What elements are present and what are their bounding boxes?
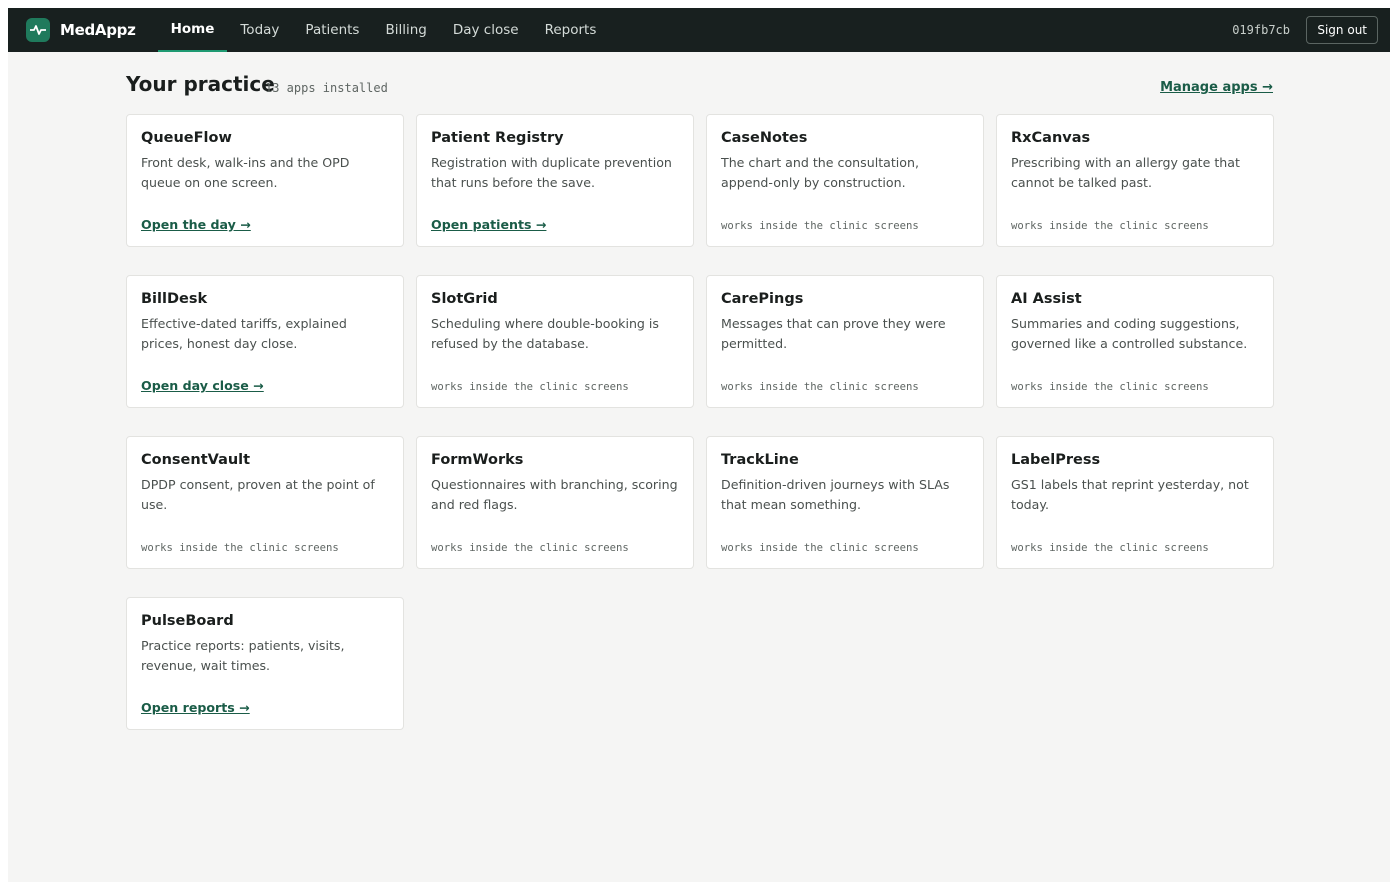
app-card-title: SlotGrid [431,291,498,307]
app-card-description: Prescribing with an allergy gate that ca… [1011,155,1240,190]
page-header: Your practice 13 apps installed Manage a… [126,72,1273,104]
app-card-open-link[interactable]: Open reports → [141,700,250,715]
app-card-queueflow: QueueFlow Front desk, walk-ins and the OP… [126,114,404,247]
app-card-description: Effective-dated tariffs, explained price… [141,316,347,351]
app-card-note: works inside the clinic screens [141,542,339,554]
app-card-ai-assist: AI Assist Summaries and coding suggestion… [996,275,1274,408]
app-card-description: Scheduling where double-booking is refus… [431,316,659,351]
app-card-title: Patient Registry [431,130,564,146]
app-card-description: Definition-driven journeys with SLAs tha… [721,477,950,512]
app-card-description: Questionnaires with branching, scoring a… [431,477,678,512]
page-title: Your practice [126,72,275,96]
app-card-description: Front desk, walk-ins and the OPD queue o… [141,155,350,190]
app-card-title: BillDesk [141,291,208,307]
app-card-note: works inside the clinic screens [1011,542,1209,554]
app-card-labelpress: LabelPress GS1 labels that reprint yester… [996,436,1274,569]
app-card-description: Summaries and coding suggestions, govern… [1011,316,1248,351]
pulse-icon [26,18,50,42]
top-navbar: MedAppz Home Today Patients Billing Day clos… [8,8,1390,52]
app-card-note: works inside the clinic screens [431,542,629,554]
app-card-formworks: FormWorks Questionnaires with branching, … [416,436,694,569]
sign-out-button[interactable]: Sign out [1306,16,1378,44]
app-card-patient-registry: Patient Registry Registration with duplic… [416,114,694,247]
app-card-title: LabelPress [1011,452,1101,468]
app-card-rxcanvas: RxCanvas Prescribing with an allergy gate… [996,114,1274,247]
app-card-title: ConsentVault [141,452,251,468]
app-card-description: Registration with duplicate prevention t… [431,155,672,190]
app-card-title: PulseBoard [141,613,234,629]
app-card-trackline: TrackLine Definition-driven journeys with… [706,436,984,569]
main-nav: Home Today Patients Billing Day close Reports [157,8,610,52]
nav-item-billing[interactable]: Billing [372,8,439,52]
main-content: Your practice 13 apps installed Manage a… [126,72,1274,730]
app-card-slotgrid: SlotGrid Scheduling where double-booking … [416,275,694,408]
nav-item-home[interactable]: Home [157,8,228,52]
nav-item-day-close[interactable]: Day close [440,8,532,52]
app-card-title: CaseNotes [721,130,808,146]
app-card-casenotes: CaseNotes The chart and the consultation,… [706,114,984,247]
app-window: MedAppz Home Today Patients Billing Day clos… [8,8,1390,882]
app-card-title: CarePings [721,291,804,307]
nav-item-patients[interactable]: Patients [292,8,372,52]
app-card-title: FormWorks [431,452,524,468]
app-card-billdesk: BillDesk Effective-dated tariffs, explain… [126,275,404,408]
app-card-title: QueueFlow [141,130,232,146]
app-card-pulseboard: PulseBoard Practice reports: patients, vi… [126,597,404,730]
app-card-description: Messages that can prove they were permit… [721,316,946,351]
nav-item-reports[interactable]: Reports [532,8,610,52]
app-card-description: The chart and the consultation, append-o… [721,155,919,190]
app-card-title: TrackLine [721,452,799,468]
app-card-note: works inside the clinic screens [1011,381,1209,393]
manage-apps-link[interactable]: Manage apps → [1160,80,1273,95]
app-card-title: AI Assist [1011,291,1082,307]
apps-installed-count: 13 apps installed [265,81,388,95]
app-card-description: GS1 labels that reprint yesterday, not t… [1011,477,1249,512]
app-card-note: works inside the clinic screens [431,381,629,393]
app-card-open-link[interactable]: Open day close → [141,378,264,393]
session-id: 019fb7cb [1232,23,1290,37]
app-card-consentvault: ConsentVault DPDP consent, proven at the … [126,436,404,569]
apps-grid: QueueFlow Front desk, walk-ins and the OP… [126,114,1274,730]
app-card-open-link[interactable]: Open patients → [431,217,546,232]
app-card-open-link[interactable]: Open the day → [141,217,251,232]
app-card-note: works inside the clinic screens [721,381,919,393]
app-card-note: works inside the clinic screens [721,542,919,554]
app-card-carepings: CarePings Messages that can prove they we… [706,275,984,408]
nav-item-today[interactable]: Today [227,8,292,52]
app-card-note: works inside the clinic screens [721,220,919,232]
app-card-note: works inside the clinic screens [1011,220,1209,232]
app-card-title: RxCanvas [1011,130,1091,146]
app-card-description: DPDP consent, proven at the point of use… [141,477,375,512]
app-card-description: Practice reports: patients, visits, reve… [141,638,345,673]
brand[interactable]: MedAppz [26,18,136,42]
app-name: MedAppz [60,21,136,39]
